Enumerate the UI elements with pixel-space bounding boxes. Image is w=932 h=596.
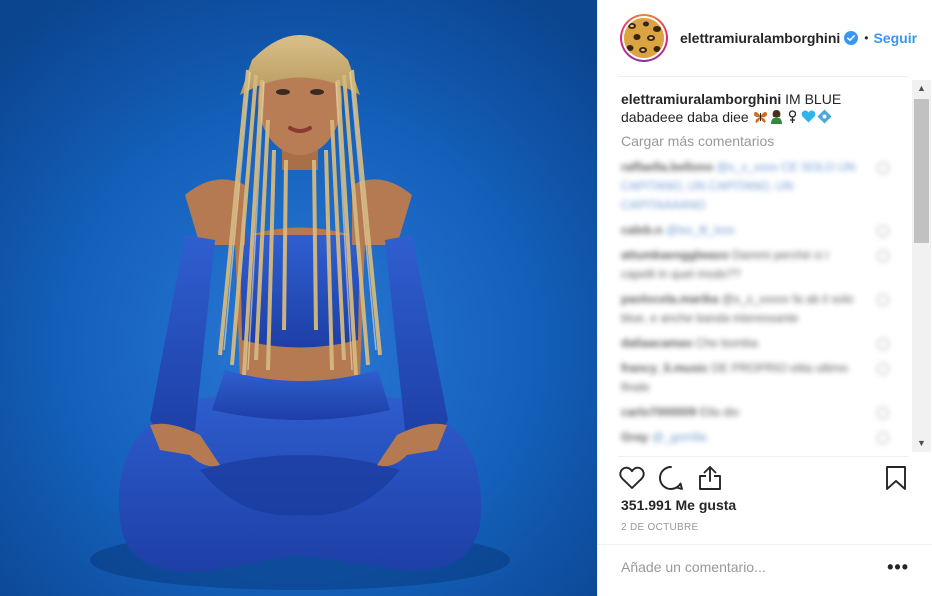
- story-ring[interactable]: [620, 14, 668, 62]
- comment-text: Che bomba: [695, 336, 758, 350]
- comment-like-icon[interactable]: [877, 225, 889, 237]
- comment-like-icon[interactable]: [877, 432, 889, 444]
- diamond-dot-emoji-icon: [817, 109, 832, 124]
- comment-like-icon[interactable]: [877, 407, 889, 419]
- comment-icon: [659, 466, 683, 490]
- caption-username[interactable]: elettramiuralamborghini: [621, 91, 781, 107]
- caption-emojis: [749, 109, 833, 125]
- post-username[interactable]: elettramiuralamborghini: [680, 30, 840, 46]
- leopard-avatar-icon: [624, 18, 664, 58]
- comment-text: @lxx_lll_lxxx: [665, 223, 735, 237]
- instagram-post: elettramiuralamborghini • Seguir elettra…: [0, 0, 932, 596]
- comment-item: Gray @_gorrilla: [621, 428, 891, 447]
- comment-username[interactable]: daliaacamas: [621, 336, 692, 350]
- more-options-button[interactable]: •••: [887, 557, 909, 578]
- comment-item: paolocela.marika @x_x_xxxxx fa ab il sol…: [621, 290, 891, 328]
- blurred-comments-list: raffaella.bellono @x_x_xxxx CE SOLO UN C…: [621, 158, 891, 453]
- comment-like-icon[interactable]: [877, 338, 889, 350]
- comments-scrollbar[interactable]: ▲ ▼: [912, 80, 931, 452]
- comments-section[interactable]: elettramiuralamborghini IM BLUE dabadeee…: [598, 78, 932, 455]
- scroll-down-arrow-icon[interactable]: ▼: [912, 435, 931, 452]
- bookmark-icon: [886, 466, 906, 490]
- comment-like-icon[interactable]: [877, 250, 889, 262]
- woman-emoji-icon: [770, 109, 782, 124]
- post-caption: elettramiuralamborghini IM BLUE dabadeee…: [621, 90, 891, 126]
- avatar-border: [622, 16, 666, 60]
- post-image: [0, 0, 597, 596]
- post-details-panel: elettramiuralamborghini • Seguir elettra…: [597, 0, 932, 596]
- separator-dot: •: [864, 31, 869, 45]
- save-button[interactable]: [882, 464, 910, 492]
- comment-like-icon[interactable]: [877, 162, 889, 174]
- share-button[interactable]: [696, 464, 724, 492]
- comment-like-icon[interactable]: [877, 363, 889, 375]
- add-comment-bar: •••: [598, 544, 932, 596]
- comment-item: caleb.n @lxx_lll_lxxx: [621, 221, 891, 240]
- comment-username[interactable]: Gray: [621, 430, 648, 444]
- comment-item: daliaacamas Che bomba: [621, 334, 891, 353]
- load-more-comments-button[interactable]: Cargar más comentarios: [621, 133, 774, 149]
- comment-username[interactable]: francy_li.music: [621, 361, 708, 375]
- verified-badge-icon: [844, 31, 859, 45]
- share-icon: [699, 466, 721, 490]
- comments-divider: [618, 456, 908, 457]
- comment-like-icon[interactable]: [877, 294, 889, 306]
- comment-username[interactable]: attumkaengglwaxo: [621, 248, 729, 262]
- comment-username[interactable]: caleb.n: [621, 223, 662, 237]
- blue-heart-emoji-icon: [801, 110, 815, 123]
- comment-item: attumkaengglwaxo Dammi perché ci i capel…: [621, 246, 891, 284]
- scrollbar-thumb[interactable]: [914, 99, 929, 243]
- comment-text: @_gorrilla: [651, 430, 707, 444]
- post-header: elettramiuralamborghini • Seguir: [598, 0, 932, 76]
- comment-username[interactable]: carlo7000009: [621, 405, 696, 419]
- post-date[interactable]: 2 DE OCTUBRE: [621, 522, 699, 533]
- header-divider: [618, 76, 908, 77]
- female-sign-emoji-icon: [788, 110, 796, 123]
- comment-item: francy_li.music DE PROPRIO elita ultimo …: [621, 359, 891, 397]
- comment-item: raffaella.bellono @x_x_xxxx CE SOLO UN C…: [621, 158, 891, 215]
- like-button[interactable]: [618, 464, 646, 492]
- likes-count[interactable]: 351.991 Me gusta: [621, 497, 736, 513]
- follow-button[interactable]: Seguir: [873, 30, 917, 46]
- avatar[interactable]: [624, 18, 664, 58]
- comment-input[interactable]: [621, 559, 871, 575]
- heart-icon: [619, 466, 645, 489]
- butterfly-emoji-icon: [753, 111, 767, 123]
- comment-button[interactable]: [657, 464, 685, 492]
- post-actions-bar: [598, 458, 932, 498]
- comment-username[interactable]: raffaella.bellono: [621, 160, 713, 174]
- comment-username[interactable]: paolocela.marika: [621, 292, 718, 306]
- comment-item: carlo7000009 Ella dio: [621, 403, 891, 422]
- post-photo[interactable]: [0, 0, 597, 596]
- comment-text: Ella dio: [699, 405, 740, 419]
- scroll-up-arrow-icon[interactable]: ▲: [912, 80, 931, 97]
